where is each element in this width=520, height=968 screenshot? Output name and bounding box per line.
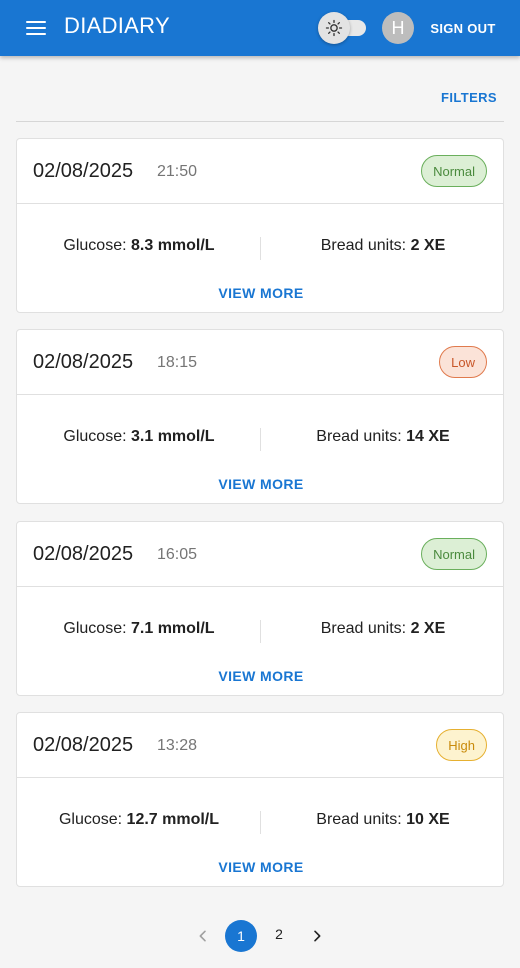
filters-button[interactable]: FILTERS: [430, 82, 508, 112]
glucose-label: Glucose:: [63, 237, 127, 254]
entry-card: 02/08/2025 16:05 Normal Glucose: 7.1 mmo…: [16, 521, 504, 696]
bread-units-reading: Bread units: 2 XE: [261, 620, 505, 638]
theme-toggle[interactable]: [318, 12, 368, 44]
view-more-button[interactable]: VIEW MORE: [211, 856, 311, 878]
bread-units-reading: Bread units: 10 XE: [261, 811, 505, 829]
glucose-reading: Glucose: 7.1 mmol/L: [17, 620, 261, 638]
sun-icon: [318, 12, 350, 44]
entry-time: 16:05: [157, 546, 198, 563]
app-bar: DIADIARY H SIGN OUT: [0, 0, 520, 56]
pagination-page-1[interactable]: 1: [225, 920, 257, 952]
entry-date: 02/08/2025: [33, 543, 134, 565]
status-badge: High: [436, 729, 487, 761]
entry-card: 02/08/2025 21:50 Normal Glucose: 8.3 mmo…: [16, 138, 504, 313]
chevron-left-icon[interactable]: [189, 922, 217, 950]
entry-card-header: 02/08/2025 18:15 Low: [17, 330, 503, 395]
sign-out-button[interactable]: SIGN OUT: [424, 12, 502, 44]
status-badge: Normal: [421, 538, 487, 570]
entry-time: 21:50: [157, 163, 198, 180]
view-more-button[interactable]: VIEW MORE: [211, 282, 311, 304]
bread-units-value: 10 XE: [406, 811, 450, 828]
status-badge: Low: [439, 346, 487, 378]
bread-units-label: Bread units:: [316, 428, 402, 445]
divider: [16, 121, 504, 122]
glucose-value: 12.7 mmol/L: [126, 811, 220, 828]
entry-card: 02/08/2025 13:28 High Glucose: 12.7 mmol…: [16, 712, 504, 887]
hamburger-menu-icon[interactable]: [16, 14, 56, 42]
bread-units-reading: Bread units: 2 XE: [261, 237, 505, 255]
bread-units-label: Bread units:: [320, 237, 407, 254]
entry-card-header: 02/08/2025 16:05 Normal: [17, 522, 503, 587]
entry-card: 02/08/2025 18:15 Low Glucose: 3.1 mmol/L…: [16, 329, 504, 504]
bread-units-label: Bread units:: [316, 811, 402, 828]
entry-date: 02/08/2025: [33, 734, 134, 756]
glucose-label: Glucose:: [63, 428, 127, 445]
view-more-button[interactable]: VIEW MORE: [211, 473, 311, 495]
avatar[interactable]: H: [382, 12, 414, 44]
bread-units-value: 2 XE: [410, 237, 446, 254]
glucose-reading: Glucose: 12.7 mmol/L: [17, 811, 261, 829]
bread-units-value: 14 XE: [406, 428, 450, 445]
entry-time: 18:15: [157, 354, 198, 371]
entry-card-header: 02/08/2025 13:28 High: [17, 713, 503, 778]
entry-date: 02/08/2025: [33, 351, 134, 373]
glucose-value: 7.1 mmol/L: [131, 620, 215, 637]
bread-units-reading: Bread units: 14 XE: [261, 428, 505, 446]
status-badge: Normal: [421, 155, 487, 187]
app-title: DIADIARY: [64, 13, 170, 38]
glucose-label: Glucose:: [63, 620, 127, 637]
entry-date: 02/08/2025: [33, 160, 134, 182]
glucose-label: Glucose:: [58, 811, 123, 828]
glucose-value: 3.1 mmol/L: [131, 428, 215, 445]
view-more-button[interactable]: VIEW MORE: [211, 665, 311, 687]
glucose-reading: Glucose: 8.3 mmol/L: [17, 237, 261, 255]
bread-units-value: 2 XE: [410, 620, 446, 637]
bread-units-label: Bread units:: [320, 620, 407, 637]
chevron-right-icon[interactable]: [303, 922, 331, 950]
pagination-page-2[interactable]: 2: [263, 918, 295, 950]
glucose-reading: Glucose: 3.1 mmol/L: [17, 428, 261, 446]
entry-time: 13:28: [157, 737, 198, 754]
entry-card-header: 02/08/2025 21:50 Normal: [17, 139, 503, 204]
glucose-value: 8.3 mmol/L: [131, 237, 215, 254]
